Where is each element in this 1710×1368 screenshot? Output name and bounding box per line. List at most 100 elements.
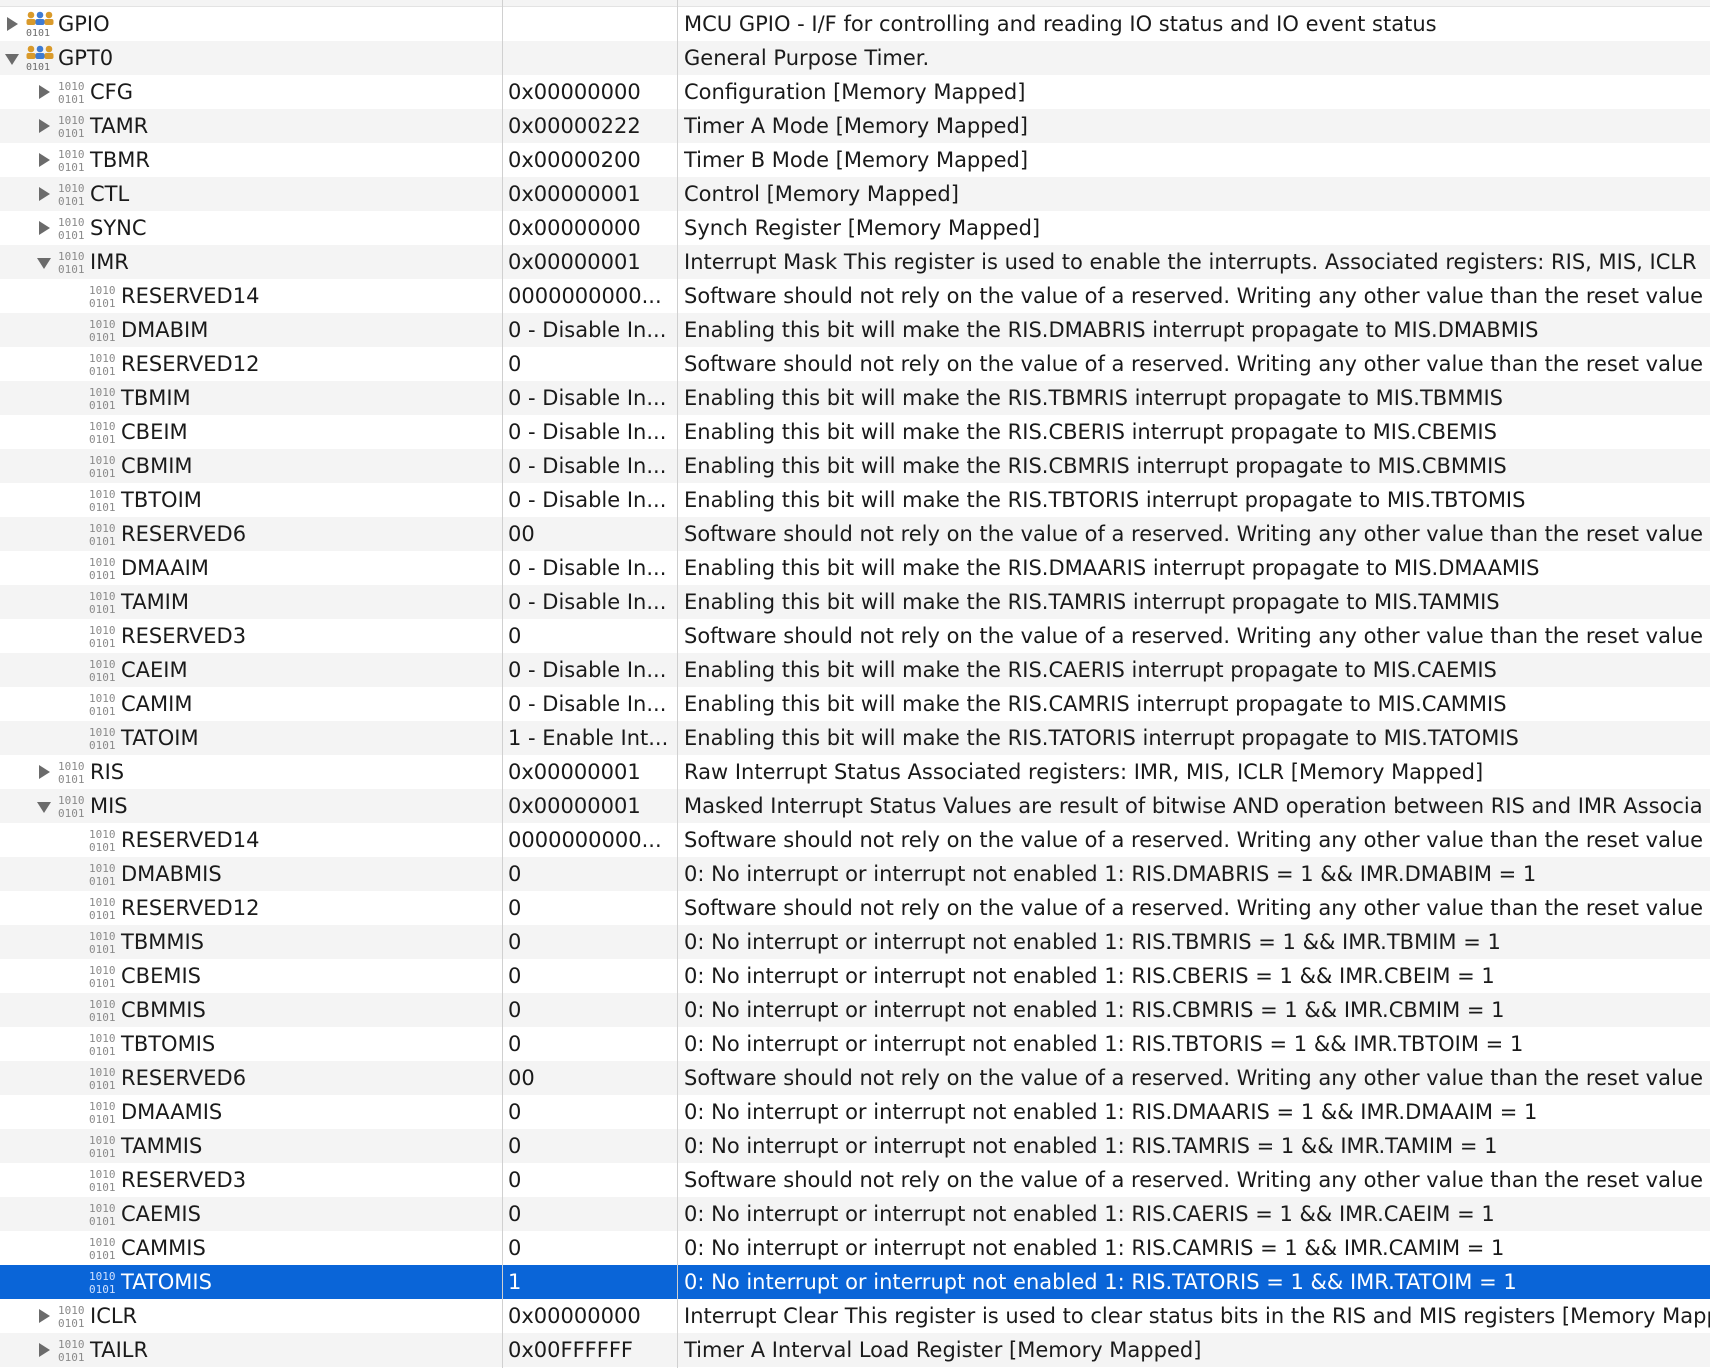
register-value[interactable]: 0x00000000 bbox=[508, 211, 673, 245]
disclosure-closed-icon[interactable] bbox=[36, 109, 54, 143]
register-value[interactable]: 1 - Enable Int... bbox=[508, 721, 673, 755]
disclosure-open-icon[interactable] bbox=[36, 245, 54, 279]
register-value[interactable]: 0x00000222 bbox=[508, 109, 673, 143]
register-value[interactable]: 0 - Disable In... bbox=[508, 415, 673, 449]
register-value[interactable] bbox=[508, 41, 673, 75]
register-value[interactable]: 0 bbox=[508, 1129, 673, 1163]
register-value[interactable]: 0 bbox=[508, 347, 673, 381]
tree-row-reserved12[interactable]: 1010 0101 RESERVED12 0 Software should not r… bbox=[0, 347, 1710, 381]
disclosure-closed-icon[interactable] bbox=[36, 177, 54, 211]
register-value[interactable]: 0 bbox=[508, 857, 673, 891]
tree-row-reserved14[interactable]: 1010 0101 RESERVED14 0000000000... Software … bbox=[0, 279, 1710, 313]
tree-row-tbtoim[interactable]: 1010 0101 TBTOIM 0 - Disable In... Enabling … bbox=[0, 483, 1710, 517]
tree-row-ctl[interactable]: 1010 0101 CTL 0x00000001 Control [Memory Map… bbox=[0, 177, 1710, 211]
register-value[interactable]: 0 - Disable In... bbox=[508, 653, 673, 687]
disclosure-open-icon[interactable] bbox=[4, 41, 22, 75]
disclosure-closed-icon[interactable] bbox=[36, 75, 54, 109]
tree-row-tatomis[interactable]: 1010 0101 TATOMIS 1 0: No interrupt or inter… bbox=[0, 1265, 1710, 1299]
tree-row-reserved3[interactable]: 1010 0101 RESERVED3 0 Software should not re… bbox=[0, 619, 1710, 653]
tree-row-tatoim[interactable]: 1010 0101 TATOIM 1 - Enable Int... Enabling … bbox=[0, 721, 1710, 755]
register-value[interactable]: 0x00FFFFFF bbox=[508, 1333, 673, 1367]
disclosure-closed-icon[interactable] bbox=[36, 755, 54, 789]
disclosure-open-icon[interactable] bbox=[36, 789, 54, 823]
tree-row-dmabim[interactable]: 1010 0101 DMABIM 0 - Disable In... Enabling … bbox=[0, 313, 1710, 347]
svg-text:0101: 0101 bbox=[58, 93, 85, 106]
register-value[interactable]: 0 - Disable In... bbox=[508, 381, 673, 415]
register-value[interactable]: 0 - Disable In... bbox=[508, 687, 673, 721]
register-value[interactable]: 0 bbox=[508, 925, 673, 959]
tree-row-dmabmis[interactable]: 1010 0101 DMABMIS 0 0: No interrupt or inter… bbox=[0, 857, 1710, 891]
tree-row-sync[interactable]: 1010 0101 SYNC 0x00000000 Synch Register [Me… bbox=[0, 211, 1710, 245]
register-value[interactable]: 0 - Disable In... bbox=[508, 483, 673, 517]
tree-row-imr[interactable]: 1010 0101 IMR 0x00000001 Interrupt Mask This… bbox=[0, 245, 1710, 279]
register-value[interactable]: 00 bbox=[508, 1061, 673, 1095]
tree-row-mis[interactable]: 1010 0101 MIS 0x00000001 Masked Interrupt St… bbox=[0, 789, 1710, 823]
register-value[interactable]: 0 bbox=[508, 1163, 673, 1197]
tree-row-gpio[interactable]: 0101 GPIO MCU GPIO - I/F for controlling a… bbox=[0, 7, 1710, 41]
tree-row-cammis[interactable]: 1010 0101 CAMMIS 0 0: No interrupt or interr… bbox=[0, 1231, 1710, 1265]
tree-row-tammis[interactable]: 1010 0101 TAMMIS 0 0: No interrupt or interr… bbox=[0, 1129, 1710, 1163]
register-value[interactable]: 0 - Disable In... bbox=[508, 313, 673, 347]
tree-row-cbemis[interactable]: 1010 0101 CBEMIS 0 0: No interrupt or interr… bbox=[0, 959, 1710, 993]
tree-row-tbtomis[interactable]: 1010 0101 TBTOMIS 0 0: No interrupt or inter… bbox=[0, 1027, 1710, 1061]
disclosure-closed-icon[interactable] bbox=[36, 1333, 54, 1367]
register-value[interactable] bbox=[508, 7, 673, 41]
register-value[interactable]: 0x00000000 bbox=[508, 75, 673, 109]
register-value[interactable]: 0x00000001 bbox=[508, 789, 673, 823]
register-value[interactable]: 0000000000... bbox=[508, 279, 673, 313]
tree-row-camim[interactable]: 1010 0101 CAMIM 0 - Disable In... Enabling t… bbox=[0, 687, 1710, 721]
tree-row-dmaamis[interactable]: 1010 0101 DMAAMIS 0 0: No interrupt or inter… bbox=[0, 1095, 1710, 1129]
register-value[interactable]: 0x00000001 bbox=[508, 755, 673, 789]
register-value[interactable]: 0x00000200 bbox=[508, 143, 673, 177]
register-value[interactable]: 0 bbox=[508, 993, 673, 1027]
tree-row-gpt0[interactable]: 0101 GPT0 General Purpose Timer. bbox=[0, 41, 1710, 75]
tree-row-reserved12[interactable]: 1010 0101 RESERVED12 0 Software should not r… bbox=[0, 891, 1710, 925]
tree-row-cbeim[interactable]: 1010 0101 CBEIM 0 - Disable In... Enabling t… bbox=[0, 415, 1710, 449]
tree-row-tamr[interactable]: 1010 0101 TAMR 0x00000222 Timer A Mode [Memo… bbox=[0, 109, 1710, 143]
disclosure-closed-icon[interactable] bbox=[36, 143, 54, 177]
tree-row-dmaaim[interactable]: 1010 0101 DMAAIM 0 - Disable In... Enabling … bbox=[0, 551, 1710, 585]
register-value[interactable]: 0 bbox=[508, 1095, 673, 1129]
register-description: Software should not rely on the value of… bbox=[684, 1168, 1710, 1192]
tree-row-cbmmis[interactable]: 1010 0101 CBMMIS 0 0: No interrupt or interr… bbox=[0, 993, 1710, 1027]
register-value[interactable]: 0 bbox=[508, 1027, 673, 1061]
tree-row-reserved6[interactable]: 1010 0101 RESERVED6 00 Software should not r… bbox=[0, 1061, 1710, 1095]
tree-row-caeim[interactable]: 1010 0101 CAEIM 0 - Disable In... Enabling t… bbox=[0, 653, 1710, 687]
tree-row-cbmim[interactable]: 1010 0101 CBMIM 0 - Disable In... Enabling t… bbox=[0, 449, 1710, 483]
tree-row-cfg[interactable]: 1010 0101 CFG 0x00000000 Configuration [Memo… bbox=[0, 75, 1710, 109]
register-value[interactable]: 0 bbox=[508, 619, 673, 653]
svg-text:1010: 1010 bbox=[89, 930, 116, 943]
register-value[interactable]: 0x00000001 bbox=[508, 245, 673, 279]
register-value[interactable]: 1 bbox=[508, 1265, 673, 1299]
register-value[interactable]: 0 bbox=[508, 1231, 673, 1265]
tree-row-tbmmis[interactable]: 1010 0101 TBMMIS 0 0: No interrupt or interr… bbox=[0, 925, 1710, 959]
disclosure-closed-icon[interactable] bbox=[36, 211, 54, 245]
register-value[interactable]: 0000000000... bbox=[508, 823, 673, 857]
register-value[interactable]: 0 - Disable In... bbox=[508, 449, 673, 483]
name-cell: 1010 0101 TAILR bbox=[0, 1333, 502, 1367]
register-value[interactable]: 0 - Disable In... bbox=[508, 585, 673, 619]
register-value[interactable]: 0 bbox=[508, 959, 673, 993]
tree-row-ris[interactable]: 1010 0101 RIS 0x00000001 Raw Interrupt Statu… bbox=[0, 755, 1710, 789]
tree-row-iclr[interactable]: 1010 0101 ICLR 0x00000000 Interrupt Clear Th… bbox=[0, 1299, 1710, 1333]
tree-row-tamim[interactable]: 1010 0101 TAMIM 0 - Disable In... Enabling t… bbox=[0, 585, 1710, 619]
tree-row-tbmr[interactable]: 1010 0101 TBMR 0x00000200 Timer B Mode [Memo… bbox=[0, 143, 1710, 177]
disclosure-closed-icon[interactable] bbox=[36, 1299, 54, 1333]
disclosure-closed-icon[interactable] bbox=[4, 7, 22, 41]
column-divider-name-value[interactable] bbox=[502, 0, 503, 1368]
tree-row-reserved3[interactable]: 1010 0101 RESERVED3 0 Software should not re… bbox=[0, 1163, 1710, 1197]
tree-row-caemis[interactable]: 1010 0101 CAEMIS 0 0: No interrupt or interr… bbox=[0, 1197, 1710, 1231]
register-value[interactable]: 0x00000001 bbox=[508, 177, 673, 211]
register-description: 0: No interrupt or interrupt not enabled… bbox=[684, 1270, 1517, 1294]
tree-row-reserved14[interactable]: 1010 0101 RESERVED14 0000000000... Software … bbox=[0, 823, 1710, 857]
svg-text:1010: 1010 bbox=[58, 794, 85, 807]
register-value[interactable]: 0 bbox=[508, 891, 673, 925]
register-value[interactable]: 0x00000000 bbox=[508, 1299, 673, 1333]
tree-row-reserved6[interactable]: 1010 0101 RESERVED6 00 Software should not r… bbox=[0, 517, 1710, 551]
column-divider-value-description[interactable] bbox=[677, 0, 678, 1368]
register-value[interactable]: 0 - Disable In... bbox=[508, 551, 673, 585]
register-value[interactable]: 0 bbox=[508, 1197, 673, 1231]
tree-row-tailr[interactable]: 1010 0101 TAILR 0x00FFFFFF Timer A Interval … bbox=[0, 1333, 1710, 1367]
tree-row-tbmim[interactable]: 1010 0101 TBMIM 0 - Disable In... Enabling t… bbox=[0, 381, 1710, 415]
register-value[interactable]: 00 bbox=[508, 517, 673, 551]
